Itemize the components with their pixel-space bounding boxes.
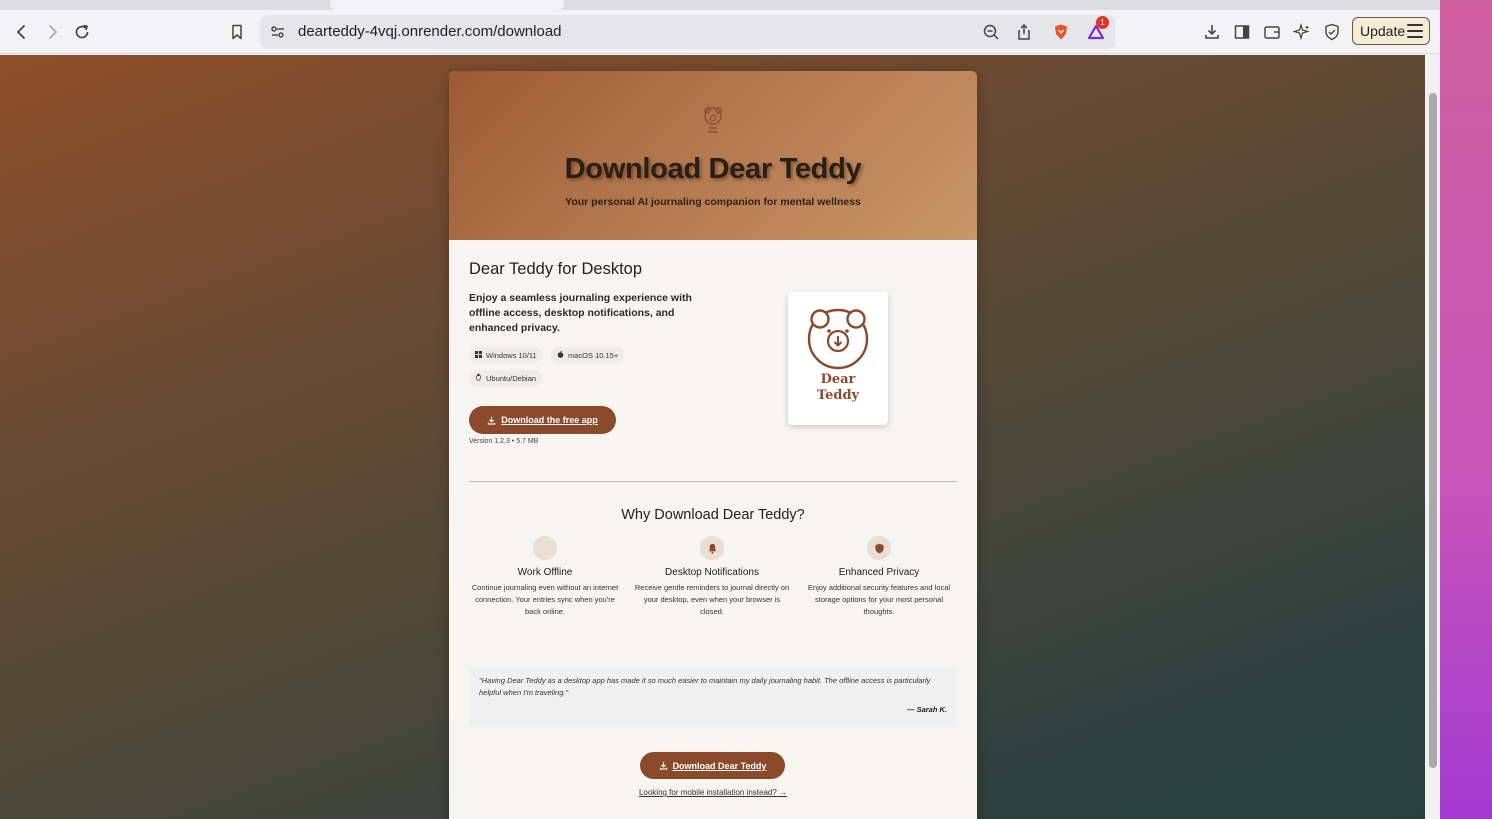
address-bar[interactable]: dearteddy-4vqj.onrender.com/download 1 xyxy=(260,15,1115,49)
offline-icon xyxy=(533,536,557,560)
active-tab[interactable] xyxy=(330,0,564,10)
wallet-icon[interactable] xyxy=(1260,20,1284,44)
desktop-description: Enjoy a seamless journaling experience w… xyxy=(469,292,692,334)
windows-icon xyxy=(475,350,482,360)
feature-desc: Enjoy additional security features and l… xyxy=(807,583,951,616)
platform-linux: Ubuntu/Debian xyxy=(469,370,543,386)
download-free-app-button[interactable]: Download the free app xyxy=(469,406,616,434)
bear-app-icon xyxy=(807,308,869,370)
testimonial-quote: "Having Dear Teddy as a desktop app has … xyxy=(479,676,931,697)
browser-window: dearteddy-4vqj.onrender.com/download 1 U… xyxy=(0,0,1440,819)
feature-desc: Continue journaling even without an inte… xyxy=(471,583,619,616)
update-label: Update xyxy=(1360,23,1406,39)
forward-icon[interactable] xyxy=(40,20,64,44)
feature-title: Work Offline xyxy=(517,567,573,578)
platform-macos: macOS 10.15+ xyxy=(551,347,625,363)
mobile-link-label[interactable]: Looking for mobile installation instead? xyxy=(639,788,777,797)
page-subtitle: Your personal AI journaling companion fo… xyxy=(565,196,861,208)
feature-notifications: Desktop Notifications Receive gentle rem… xyxy=(632,536,792,618)
browser-toolbar: dearteddy-4vqj.onrender.com/download 1 U… xyxy=(0,10,1440,54)
arrow-right-icon: → xyxy=(779,788,788,797)
feature-desc: Receive gentle reminders to journal dire… xyxy=(634,583,790,616)
scrollbar-thumb[interactable] xyxy=(1429,93,1437,768)
brave-shield-icon[interactable] xyxy=(1049,20,1073,44)
page-viewport: Download Dear Teddy Your personal AI jou… xyxy=(0,55,1440,819)
desktop-background xyxy=(1440,0,1492,819)
leo-ai-icon[interactable] xyxy=(1290,20,1314,44)
notification-badge: 1 xyxy=(1096,16,1109,29)
app-icon-tile: Dear Teddy xyxy=(788,292,888,425)
platform-windows: Windows 10/11 xyxy=(469,347,543,363)
testimonial-author: — Sarah K. xyxy=(906,705,947,714)
page-title: Download Dear Teddy xyxy=(564,153,862,185)
app-icon-name: Dear Teddy xyxy=(816,372,860,403)
tab-strip xyxy=(0,0,1440,10)
linux-icon xyxy=(475,373,482,383)
download-icon xyxy=(659,761,667,770)
update-button[interactable]: Update xyxy=(1352,17,1430,45)
shield-icon xyxy=(867,536,891,560)
download-icon xyxy=(487,416,496,425)
bell-icon xyxy=(700,536,724,560)
sidebar-icon[interactable] xyxy=(1230,20,1254,44)
why-heading: Why Download Dear Teddy? xyxy=(621,507,805,523)
version-info: Version 1.2.3 • 5.7 MB xyxy=(469,438,539,445)
share-icon[interactable] xyxy=(1012,20,1036,44)
downloads-icon[interactable] xyxy=(1200,20,1224,44)
feature-offline: Work Offline Continue journaling even wi… xyxy=(465,536,625,618)
desktop-section: Dear Teddy for Desktop Enjoy a seamless … xyxy=(449,240,977,483)
testimonial: "Having Dear Teddy as a desktop app has … xyxy=(469,667,957,727)
url-text[interactable]: dearteddy-4vqj.onrender.com/download xyxy=(298,23,562,40)
brave-rewards-icon[interactable]: 1 xyxy=(1084,16,1109,44)
platform-label: macOS 10.15+ xyxy=(568,350,619,360)
platform-label: Windows 10/11 xyxy=(486,350,537,360)
bear-logo-icon xyxy=(704,107,722,133)
section-divider xyxy=(469,481,957,482)
download-dear-teddy-label: Download Dear Teddy xyxy=(672,760,767,771)
feature-privacy: Enhanced Privacy Enjoy additional securi… xyxy=(799,536,959,618)
download-card: Download Dear Teddy Your personal AI jou… xyxy=(449,71,977,819)
zoom-out-icon[interactable] xyxy=(979,20,1003,44)
menu-icon[interactable] xyxy=(1407,24,1423,38)
download-dear-teddy-button[interactable]: Download Dear Teddy xyxy=(640,752,785,779)
vpn-shield-icon[interactable] xyxy=(1320,20,1344,44)
feature-title: Enhanced Privacy xyxy=(838,567,920,578)
download-free-app-label: Download the free app xyxy=(501,415,598,425)
feature-title: Desktop Notifications xyxy=(665,567,759,578)
site-settings-icon[interactable] xyxy=(266,20,290,44)
desktop-heading: Dear Teddy for Desktop xyxy=(469,260,643,278)
platform-label: Ubuntu/Debian xyxy=(486,373,537,383)
bookmark-icon[interactable] xyxy=(225,20,249,44)
mobile-installation-link[interactable]: Looking for mobile installation instead?… xyxy=(449,788,977,797)
back-icon[interactable] xyxy=(10,20,34,44)
apple-icon xyxy=(557,350,564,360)
reload-icon[interactable] xyxy=(70,20,94,44)
hero-header: Download Dear Teddy Your personal AI jou… xyxy=(449,71,977,240)
